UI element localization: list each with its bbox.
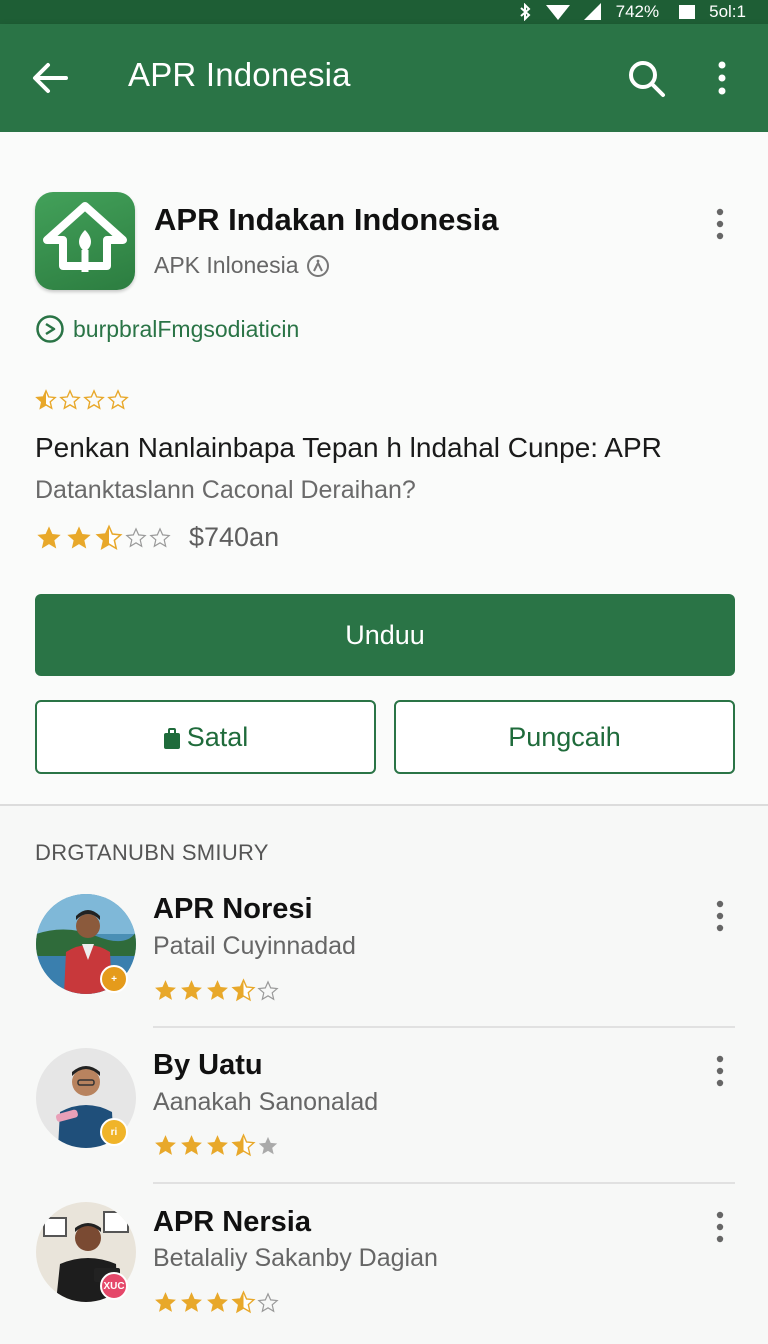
section-divider: [0, 804, 768, 806]
star-half-icon: [231, 978, 256, 1002]
bag-icon: [163, 726, 181, 749]
app-logo-icon: [35, 192, 135, 290]
website-link-label: burpbralFmgsodiaticin: [73, 315, 300, 342]
app-overflow-menu-icon[interactable]: [704, 206, 736, 242]
battery-icon: [679, 5, 696, 19]
download-button[interactable]: Unduu: [35, 594, 735, 676]
status-bar: 742% 5ol:1: [0, 0, 768, 24]
back-arrow-icon[interactable]: [30, 58, 70, 98]
app-subheadline: Datanktaslann Caconal Deraihan?: [35, 476, 416, 504]
reviewer-name: APR Nersia: [153, 1206, 311, 1238]
share-button[interactable]: Pungcaih: [394, 700, 735, 774]
price-label: $740an: [189, 522, 280, 552]
review-star-rating: [153, 1290, 279, 1315]
star-half-icon: [231, 1290, 256, 1314]
star-empty-icon: [149, 526, 171, 547]
star-full-icon: [67, 525, 91, 548]
star-empty-icon: [107, 389, 129, 410]
star-full-icon: [181, 1292, 202, 1312]
avatar-badge: ri: [100, 1118, 128, 1146]
app-name: APR Indakan Indonesia: [154, 202, 499, 237]
page-title: APR Indonesia: [128, 56, 351, 93]
star-full-icon: [207, 1135, 228, 1155]
review-overflow-menu-icon[interactable]: [704, 1209, 736, 1245]
star-full-icon: [155, 980, 176, 1000]
star-empty-icon: [125, 526, 147, 547]
signal-icon: [583, 3, 602, 21]
rating-row: $740an: [35, 522, 279, 553]
star-full-icon: [155, 1135, 176, 1155]
star-empty-icon: [257, 980, 279, 1001]
star-full-icon: [207, 1292, 228, 1312]
reviewer-name: APR Noresi: [153, 893, 313, 925]
overflow-menu-icon[interactable]: [702, 58, 742, 98]
clock: 5ol:1: [709, 2, 746, 21]
star-empty-icon: [59, 389, 81, 410]
info-icon[interactable]: [306, 254, 330, 278]
reviewer-subtitle: Betalaliy Sakanby Dagian: [153, 1244, 438, 1272]
battery-percent: 742%: [615, 2, 660, 21]
star-full-icon: [207, 980, 228, 1000]
list-divider: [153, 1026, 735, 1028]
star-empty-icon: [257, 1292, 279, 1313]
save-button[interactable]: Satal: [35, 700, 376, 774]
reviewer-subtitle: Patail Cuyinnadad: [153, 932, 356, 960]
wifi-icon: [545, 3, 570, 21]
star-full-icon: [155, 1292, 176, 1312]
review-overflow-menu-icon[interactable]: [704, 898, 736, 934]
bluetooth-icon: [518, 3, 532, 21]
avatar-badge: +: [100, 965, 128, 993]
developer-name: APK Inlonesia: [154, 252, 299, 278]
star-rating: [35, 523, 171, 552]
website-link[interactable]: burpbralFmgsodiaticin: [35, 314, 299, 344]
save-button-label: Satal: [186, 721, 249, 752]
section-title: DRGTANUBN SMIURY: [35, 840, 269, 865]
review-star-rating: [153, 1133, 279, 1158]
search-icon[interactable]: [626, 58, 666, 98]
star-half-icon: [231, 1133, 256, 1157]
app-bar: APR Indonesia: [0, 24, 768, 132]
avatar-badge: XUC: [100, 1272, 128, 1300]
star-full-icon: [181, 980, 202, 1000]
review-star-rating: [153, 978, 279, 1003]
review-overflow-menu-icon[interactable]: [704, 1053, 736, 1089]
star-full-icon: [37, 525, 61, 548]
small-star-rating: [35, 389, 129, 411]
star-full-icon: [181, 1135, 202, 1155]
star-empty-icon: [83, 389, 105, 410]
arrow-circle-icon: [35, 314, 65, 344]
app-headline: Penkan Nanlainbapa Tepan h lndahal Cunpe…: [35, 432, 662, 463]
star-half-icon: [95, 523, 123, 550]
share-button-label: Pungcaih: [508, 721, 621, 752]
star-half-icon: [35, 389, 57, 410]
reviewer-subtitle: Aanakah Sanonalad: [153, 1088, 379, 1116]
reviewer-name: By Uatu: [153, 1049, 263, 1081]
app-developer: APK Inlonesia: [154, 252, 330, 279]
list-divider: [153, 1182, 735, 1184]
star-empty-icon: [258, 1136, 278, 1155]
